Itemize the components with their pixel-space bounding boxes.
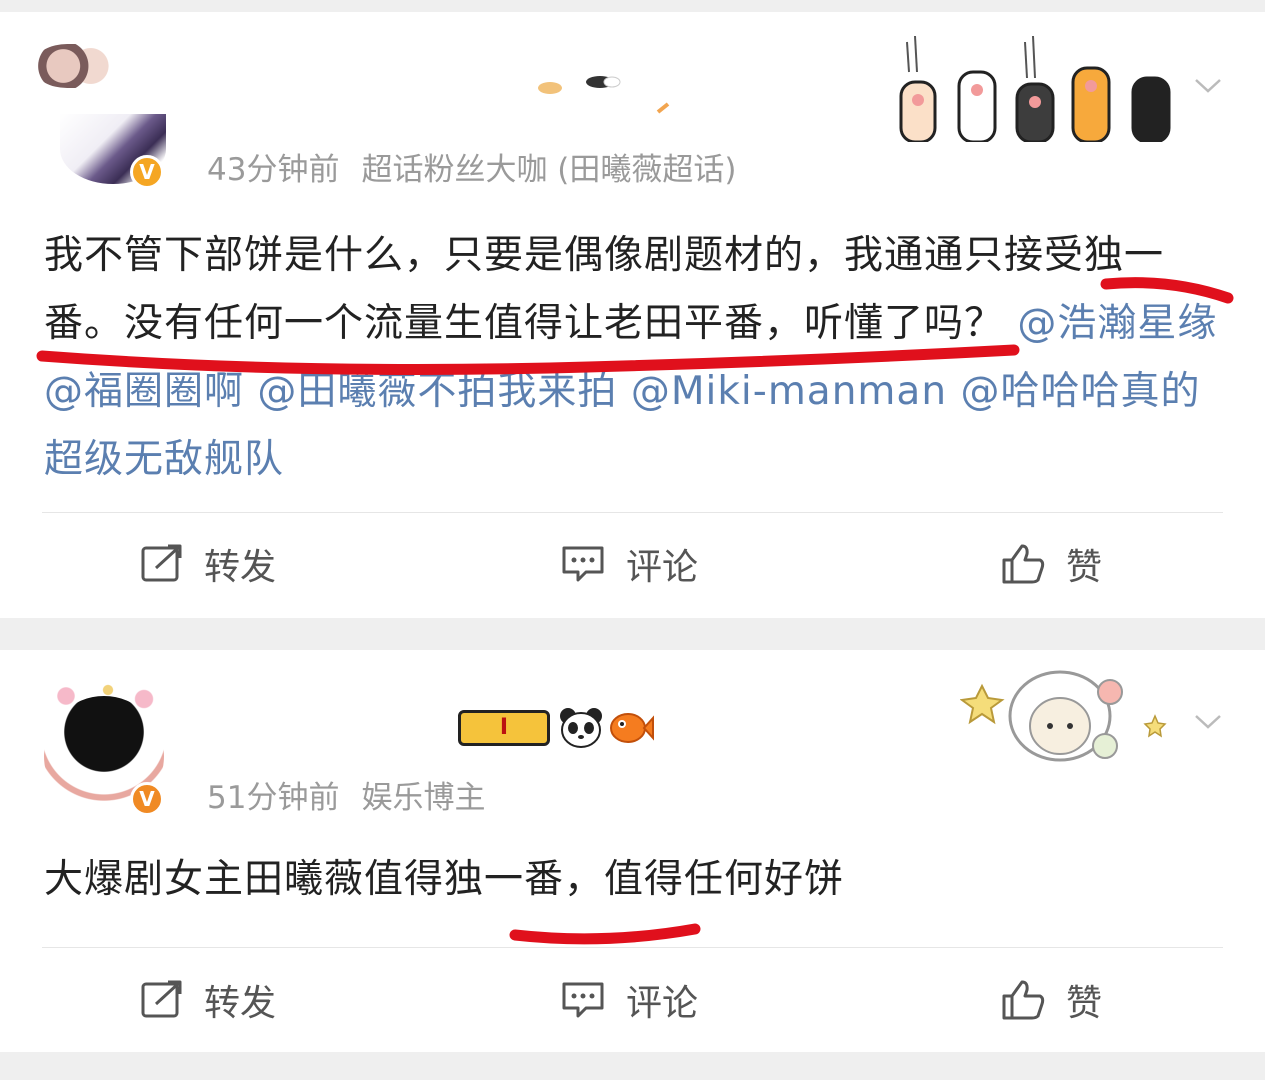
- repost-icon: [141, 544, 182, 582]
- divider: [42, 947, 1223, 948]
- like-icon: [1002, 544, 1045, 584]
- like-button[interactable]: 赞: [1000, 970, 1102, 1030]
- action-bar: 转发 评论 赞: [0, 534, 1265, 594]
- repost-label: 转发: [204, 983, 277, 1024]
- red-underline-annotation: [509, 923, 701, 945]
- mention-link[interactable]: @田曦薇不拍我来拍: [257, 369, 617, 414]
- repost-button[interactable]: 转发: [140, 534, 276, 594]
- repost-button[interactable]: 转发: [140, 970, 276, 1030]
- like-icon: [1002, 980, 1045, 1020]
- mention-link[interactable]: @福圈圈啊: [44, 369, 244, 414]
- level-badge-text: I: [499, 715, 509, 740]
- repost-label: 转发: [204, 547, 277, 588]
- sheep-decoration: [960, 670, 1167, 762]
- verified-badge: V: [130, 155, 164, 189]
- post-meta: 43分钟前 超话粉丝大咖 (田曦薇超话): [207, 144, 737, 189]
- like-label: 赞: [1066, 547, 1103, 588]
- comment-label: 评论: [626, 983, 699, 1024]
- comment-label: 评论: [626, 547, 699, 588]
- comment-button[interactable]: 评论: [560, 534, 698, 594]
- verified-badge: V: [130, 782, 164, 816]
- post-text: 我不管下部饼是什么，只要是偶像剧题材的，我通通只接受独一番。没有任何一个流量生值…: [44, 233, 1165, 346]
- post-text: 大爆剧女主田曦薇值得独一番，值得任何好饼: [44, 857, 845, 902]
- post-card-1: V 43分钟前 超话粉丝大咖 (田曦薇超话) 我不管下部饼是什么，只要是偶像剧题材…: [0, 12, 1265, 618]
- post-time: 43分钟前: [207, 152, 340, 188]
- comment-icon: [562, 982, 604, 1018]
- fish-icon: [610, 713, 654, 743]
- post-meta: 51分钟前 娱乐博主: [207, 772, 485, 817]
- like-label: 赞: [1066, 983, 1103, 1024]
- level-badge: I: [458, 710, 550, 746]
- divider: [42, 512, 1223, 513]
- comment-icon: [562, 546, 604, 582]
- chevron-down-icon[interactable]: [1193, 706, 1223, 736]
- post-body: 大爆剧女主田曦薇值得独一番，值得任何好饼: [44, 846, 1234, 914]
- mention-link[interactable]: @浩瀚星缘: [1017, 301, 1217, 346]
- avatar-frame-decoration: [36, 44, 114, 88]
- chevron-down-icon[interactable]: [1193, 70, 1223, 100]
- action-bar: 转发 评论 赞: [0, 970, 1265, 1030]
- repost-icon: [141, 980, 182, 1018]
- panda-icon: [560, 708, 602, 748]
- post-source[interactable]: 超话粉丝大咖 (田曦薇超话): [361, 152, 736, 188]
- mention-link[interactable]: @Miki-manman: [631, 369, 947, 414]
- cat-paws-decoration: [899, 35, 1171, 142]
- post-source: 娱乐博主: [361, 780, 486, 816]
- mini-cats-decoration: [538, 76, 670, 114]
- post-body: 我不管下部饼是什么，只要是偶像剧题材的，我通通只接受独一番。没有任何一个流量生值…: [44, 222, 1234, 494]
- post-card-2: V I 51分钟前 娱乐博主 大爆剧女主田曦薇值得独一番，值得任何好饼 转发 评…: [0, 650, 1265, 1052]
- post-time: 51分钟前: [207, 780, 340, 816]
- comment-button[interactable]: 评论: [560, 970, 698, 1030]
- like-button[interactable]: 赞: [1000, 534, 1102, 594]
